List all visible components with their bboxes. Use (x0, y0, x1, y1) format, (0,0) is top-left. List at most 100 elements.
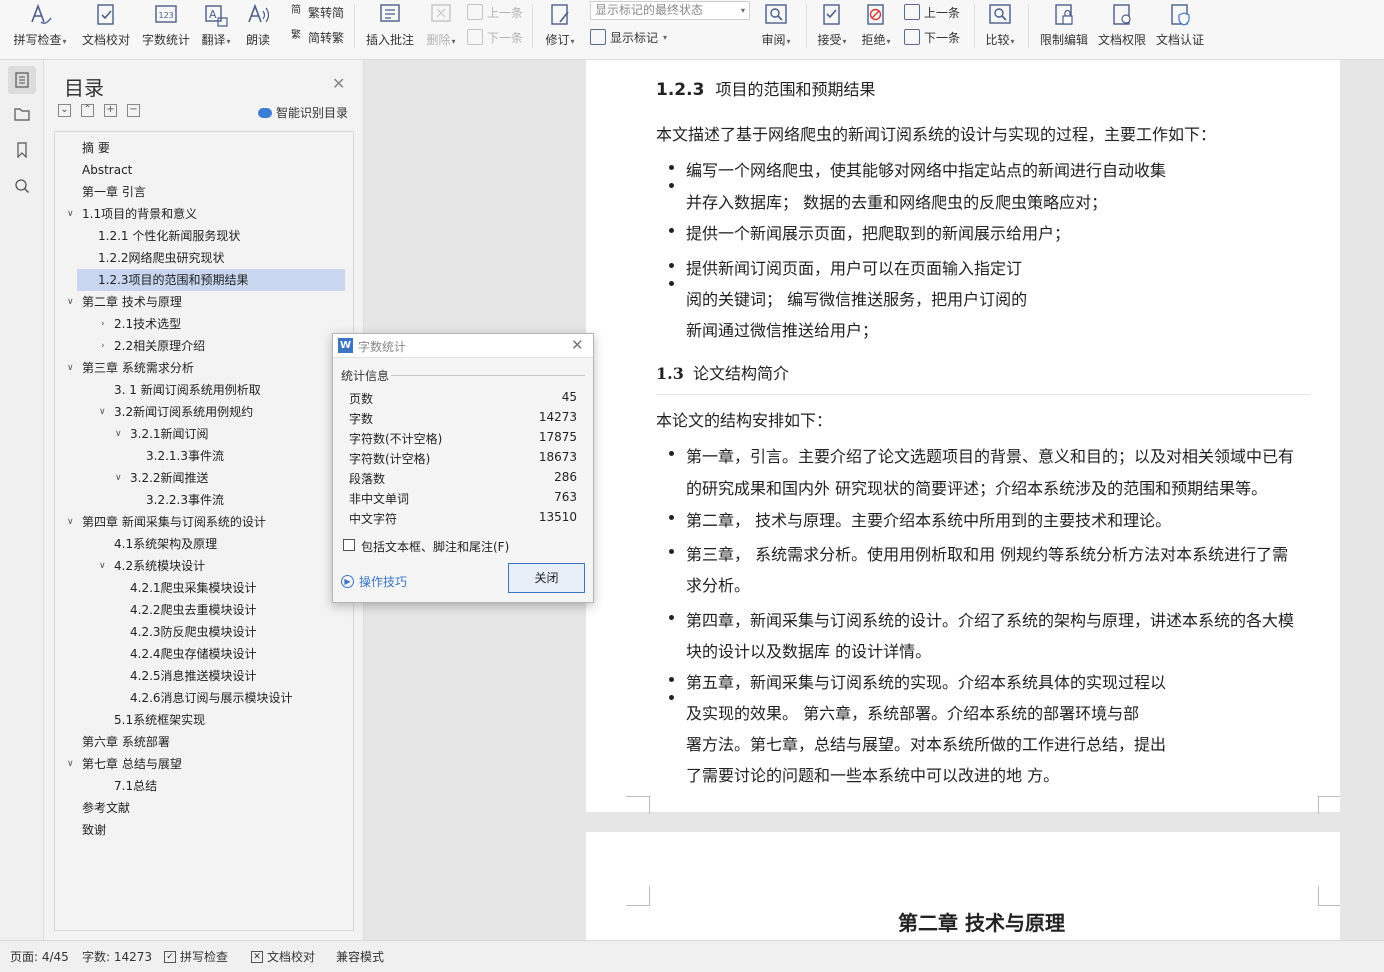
chevron-down-icon[interactable]: ∨ (67, 511, 74, 533)
stat-label: 中文字符 (349, 512, 398, 526)
toc-item[interactable]: 第一章 引言 (55, 181, 323, 203)
toc-item[interactable]: 4.2.4爬虫存储模块设计 (55, 643, 323, 665)
next-comment-button[interactable]: 下一条 (467, 27, 523, 47)
chevron-down-icon[interactable]: ∨ (115, 423, 122, 445)
toc-item[interactable]: 3.2.2.3事件流 (55, 489, 323, 511)
toc-item[interactable]: 5.1系统框架实现 (55, 709, 323, 731)
tips-link[interactable]: ▶ 操作技巧 (341, 573, 407, 590)
toc-item[interactable]: ∨ 第二章 技术与原理 (55, 291, 323, 313)
include-textbox-label[interactable]: 包括文本框、脚注和尾注(F) (361, 538, 509, 555)
collapse-all-icon[interactable]: ⌄ (58, 104, 71, 117)
delete-comment-button[interactable]: 删除▾ (422, 0, 460, 56)
toc-item[interactable]: 致谢 (55, 819, 323, 841)
prev-change-button[interactable]: 上一条 (904, 2, 960, 22)
read-aloud-button[interactable]: 朗读 (240, 0, 276, 56)
spell-check-button[interactable]: 拼写检查▾ (10, 0, 70, 56)
toc-item[interactable]: 4.1系统架构及原理 (55, 533, 323, 555)
restrict-edit-button[interactable]: 限制编辑 (1036, 0, 1092, 56)
dialog-titlebar[interactable]: W 字数统计 ✕ (333, 334, 593, 358)
toc-item[interactable]: ∨ 3.2新闻订阅系统用例规约 (55, 401, 323, 423)
prev-comment-button[interactable]: 上一条 (467, 2, 523, 22)
close-button[interactable]: 关闭 (508, 563, 585, 593)
expand-up-icon[interactable]: ⌃ (81, 104, 94, 117)
svg-text:123: 123 (159, 11, 174, 20)
to-simplified-button[interactable]: 简 繁转简 (288, 2, 344, 22)
remove-heading-icon[interactable]: − (127, 104, 140, 117)
chevron-down-icon[interactable]: ∨ (99, 401, 106, 423)
bookmark-rail-button[interactable] (8, 136, 36, 164)
list-item: 提供一个新闻展示页面，把爬取到的新闻展示给用户； (686, 224, 1071, 243)
toc-item[interactable]: Abstract (55, 159, 323, 181)
close-icon[interactable]: ✕ (332, 74, 345, 93)
chapter-rail-button[interactable] (8, 100, 36, 128)
track-changes-button[interactable]: 修订▾ (540, 0, 580, 56)
toc-item-selected[interactable]: 1.2.3项目的范围和预期结果 (77, 269, 345, 291)
chevron-down-icon: ▾ (740, 6, 745, 15)
chevron-down-icon[interactable]: ∨ (115, 467, 122, 489)
search-rail-button[interactable] (8, 172, 36, 200)
toc-item[interactable]: 1.2.1 个性化新闻服务现状 (55, 225, 323, 247)
toc-item[interactable]: 1.2.2网络爬虫研究现状 (55, 247, 323, 269)
compare-button[interactable]: 比较▾ (980, 0, 1020, 56)
toc-item[interactable]: ∨ 1.1项目的背景和意义 (55, 203, 323, 225)
toc-item[interactable]: 4.2.3防反爬虫模块设计 (55, 621, 323, 643)
bullet (669, 263, 674, 268)
chapter-heading: 第二章 技术与原理 (898, 911, 1065, 935)
toc-item[interactable]: ∨ 第四章 新闻采集与订阅系统的设计 (55, 511, 323, 533)
doc-rights-button[interactable]: 文档权限 (1094, 0, 1150, 56)
toc-item[interactable]: 第六章 系统部署 (55, 731, 323, 753)
toc-item[interactable]: ∨ 4.2系统模块设计 (55, 555, 323, 577)
list-item: 第三章， 系统需求分析。使用用例析取和用 例规约等系统分析方法对本系统进行了需 (686, 545, 1289, 564)
chevron-right-icon[interactable]: › (101, 335, 105, 357)
insert-comment-button[interactable]: 插入批注 (362, 0, 418, 56)
toc-item[interactable]: 4.2.5消息推送模块设计 (55, 665, 323, 687)
toc-item[interactable]: 4.2.1爬虫采集模块设计 (55, 577, 323, 599)
chevron-down-icon[interactable]: ∨ (67, 753, 74, 775)
toc-item[interactable]: › 2.1技术选型 (55, 313, 323, 335)
close-icon[interactable]: ✕ (571, 336, 584, 354)
cloud-icon (258, 107, 272, 118)
chevron-down-icon[interactable]: ∨ (99, 555, 106, 577)
chevron-down-icon[interactable]: ∨ (67, 291, 74, 313)
proof-icon: ✕ (251, 950, 263, 963)
toc-item[interactable]: 摘 要 (55, 137, 323, 159)
show-markup-button[interactable]: 显示标记 ▾ (590, 27, 667, 47)
add-heading-icon[interactable]: + (104, 104, 117, 117)
spell-check-toggle[interactable]: ✓ 拼写检查 (164, 948, 228, 965)
doc-proof-button[interactable]: 文档校对 (78, 0, 134, 56)
search-icon (15, 179, 30, 194)
insert-comment-icon (377, 2, 403, 28)
next-change-button[interactable]: 下一条 (904, 27, 960, 47)
chevron-right-icon[interactable]: › (101, 313, 105, 335)
doc-cert-button[interactable]: 文档认证 (1152, 0, 1208, 56)
page-corner-mark (626, 796, 650, 814)
compat-mode-label: 兼容模式 (336, 950, 385, 964)
delete-comment-label: 删除 (426, 33, 451, 47)
reject-button[interactable]: 拒绝▾ (856, 0, 896, 56)
include-textbox-checkbox[interactable] (343, 539, 355, 551)
toc-item[interactable]: 7.1总结 (55, 775, 323, 797)
review-pane-button[interactable]: 审阅▾ (756, 0, 796, 56)
word-count-button[interactable]: 123 字数统计 (138, 0, 194, 56)
toc-item[interactable]: 4.2.6消息订阅与展示模块设计 (55, 687, 323, 709)
word-count-indicator[interactable]: 字数: 14273 (82, 948, 152, 965)
toc-item[interactable]: ∨ 3.2.1新闻订阅 (55, 423, 323, 445)
toc-item[interactable]: 4.2.2爬虫去重模块设计 (55, 599, 323, 621)
smart-toc-button[interactable]: 智能识别目录 (258, 104, 348, 121)
translate-button[interactable]: A 翻译▾ (196, 0, 236, 56)
toc-item[interactable]: ∨ 第三章 系统需求分析 (55, 357, 323, 379)
page-indicator[interactable]: 页面: 4/45 (10, 948, 69, 965)
toc-item[interactable]: › 2.2相关原理介绍 (55, 335, 323, 357)
toc-item[interactable]: ∨ 3.2.2新闻推送 (55, 467, 323, 489)
to-traditional-button[interactable]: 繁 简转繁 (288, 27, 344, 47)
toc-item[interactable]: ∨ 第七章 总结与展望 (55, 753, 323, 775)
toc-item[interactable]: 参考文献 (55, 797, 323, 819)
toc-item[interactable]: 3.2.1.3事件流 (55, 445, 323, 467)
chevron-down-icon[interactable]: ∨ (67, 203, 74, 225)
accept-button[interactable]: 接受▾ (812, 0, 852, 56)
chevron-down-icon[interactable]: ∨ (67, 357, 74, 379)
markup-state-select[interactable]: 显示标记的最终状态 ▾ (590, 1, 750, 20)
toc-rail-button[interactable] (8, 66, 36, 94)
toc-item[interactable]: 3. 1 新闻订阅系统用例析取 (55, 379, 323, 401)
doc-proof-toggle[interactable]: ✕ 文档校对 (251, 948, 315, 965)
